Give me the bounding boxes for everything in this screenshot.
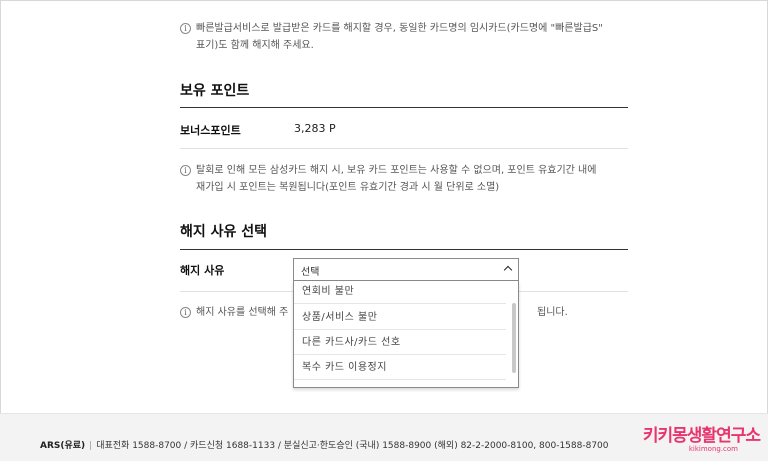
points-notice: i 탈회로 인해 모든 삼성카드 해지 시, 보유 카드 포인트는 사용할 수 … bbox=[180, 162, 628, 196]
reason-label: 해지 사유 bbox=[180, 264, 225, 277]
watermark-brand: 키키몽생활연구소 bbox=[642, 426, 761, 446]
info-circle-icon: i bbox=[180, 23, 191, 34]
notice-line: 탈회로 인해 모든 삼성카드 해지 시, 보유 카드 포인트는 사용할 수 없으… bbox=[196, 165, 597, 176]
reason-option[interactable]: 복수 카드 이용정지 bbox=[294, 355, 506, 380]
ars-label: ARS(유료) bbox=[40, 441, 86, 451]
watermark-url: kikimong.com bbox=[688, 445, 738, 453]
reason-option[interactable]: 다른 카드사/카드 선호 bbox=[294, 330, 506, 355]
watermark-logo: 키키몽생활연구소 kikimong.com bbox=[630, 421, 762, 457]
notice-text-start: 해지 사유를 선택해 주 bbox=[196, 307, 289, 318]
dropdown-scrollbar[interactable] bbox=[512, 303, 516, 373]
page-frame bbox=[0, 0, 768, 461]
notice-line: 표기)도 함께 해지해 주세요. bbox=[196, 40, 314, 51]
points-section-title: 보유 포인트 bbox=[180, 83, 250, 99]
notice-line: 재가입 시 포인트는 복원됩니다(포인트 유효기간 경과 시 월 단위로 소멸) bbox=[196, 182, 500, 193]
chevron-up-icon bbox=[503, 265, 513, 275]
section-divider bbox=[180, 107, 628, 108]
notice-line: 빠른발급서비스로 발급받은 카드를 해지할 경우, 동일한 카드명의 임시카드(… bbox=[196, 23, 603, 34]
reason-select-value: 선택 bbox=[301, 267, 320, 278]
reason-select[interactable]: 선택 bbox=[293, 258, 519, 281]
footer-contact: ARS(유료) | 대표전화 1588-8700 / 카드신청 1688-1133 … bbox=[40, 438, 609, 451]
notice-text-end: 됩니다. bbox=[537, 307, 568, 318]
reason-section-title: 해지 사유 선택 bbox=[180, 224, 268, 240]
reason-dropdown-list: 연회비 불만 상품/서비스 불만 다른 카드사/카드 선호 복수 카드 이용정지 bbox=[293, 281, 519, 388]
reason-option[interactable]: 연회비 불만 bbox=[294, 281, 506, 304]
bonus-point-label: 보너스포인트 bbox=[180, 124, 241, 137]
info-circle-icon: i bbox=[180, 307, 191, 318]
separator: | bbox=[89, 441, 93, 451]
footer-phone-text: 대표전화 1588-8700 / 카드신청 1688-1133 / 분실신고·한… bbox=[96, 441, 609, 451]
info-circle-icon: i bbox=[180, 165, 191, 176]
section-divider bbox=[180, 249, 628, 250]
row-divider bbox=[180, 148, 628, 149]
bonus-point-value: 3,283 P bbox=[294, 122, 336, 135]
quick-issue-notice: i 빠른발급서비스로 발급받은 카드를 해지할 경우, 동일한 카드명의 임시카… bbox=[180, 20, 628, 54]
reason-option[interactable]: 상품/서비스 불만 bbox=[294, 305, 506, 330]
